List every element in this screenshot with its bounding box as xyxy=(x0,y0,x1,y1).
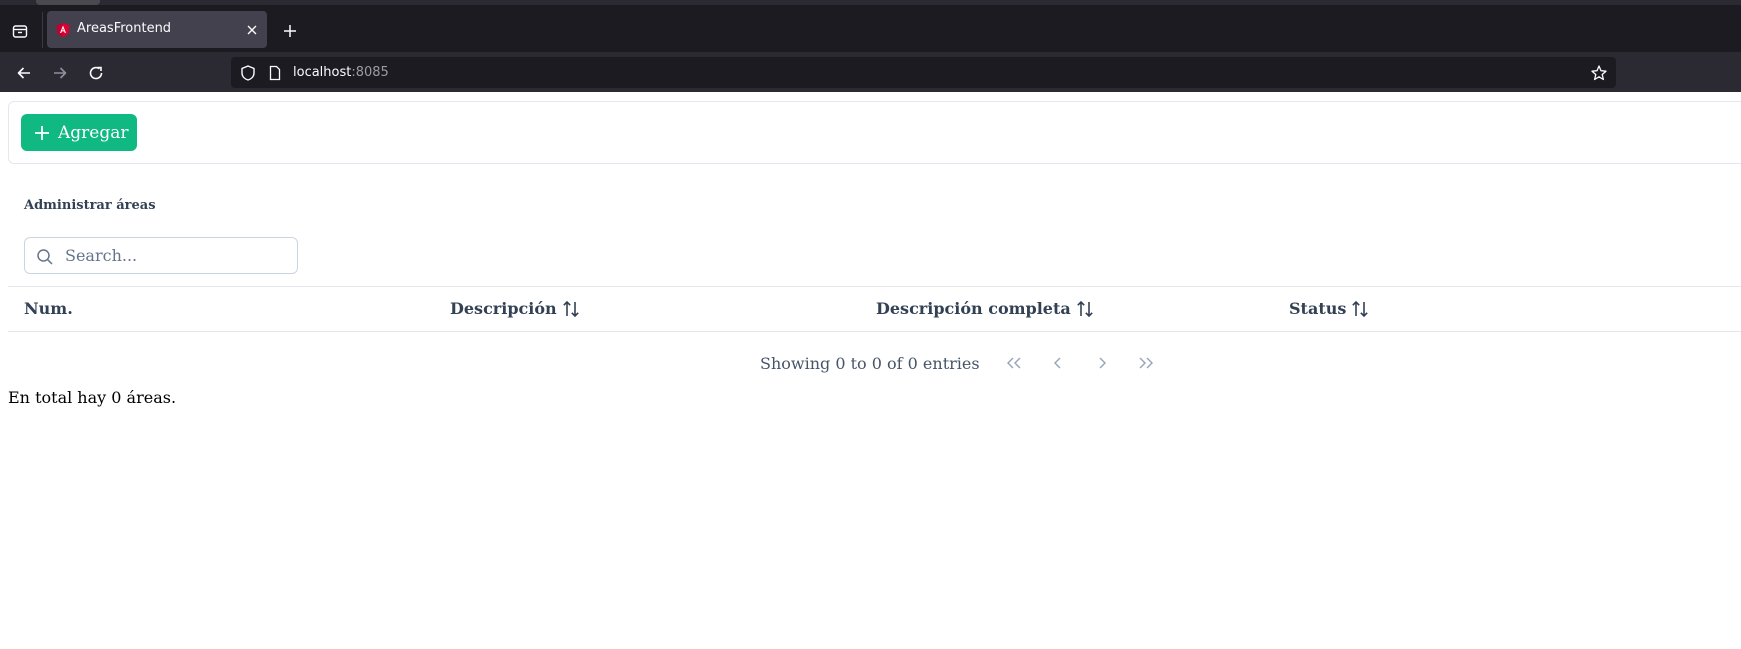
next-page-icon xyxy=(1099,357,1106,369)
page-title: Administrar áreas xyxy=(24,198,156,213)
browser-tabstrip: AreasFrontend xyxy=(0,0,1741,52)
last-page-button[interactable] xyxy=(1124,351,1168,375)
search-icon xyxy=(37,249,53,265)
sort-icon[interactable] xyxy=(1076,300,1094,318)
search-field[interactable] xyxy=(24,237,298,274)
browser-navbar: localhost:8085 xyxy=(0,52,1741,92)
tabstrip-topline xyxy=(0,0,1741,5)
back-icon xyxy=(17,67,30,79)
back-button[interactable] xyxy=(11,60,37,86)
column-header-label: Descripción completa xyxy=(876,299,1071,318)
page-icon[interactable] xyxy=(267,65,283,81)
first-page-icon xyxy=(1006,357,1021,369)
new-tab-button[interactable] xyxy=(278,19,302,43)
plus-icon xyxy=(284,25,296,37)
first-page-button[interactable] xyxy=(992,351,1036,375)
plus-icon xyxy=(35,125,49,140)
tab-separator xyxy=(42,12,43,48)
favicon-icon xyxy=(56,23,70,37)
url-host: localhost xyxy=(293,65,352,80)
sort-icon[interactable] xyxy=(1351,300,1369,318)
tab-close-button[interactable] xyxy=(243,21,261,39)
url-bar[interactable]: localhost:8085 xyxy=(231,57,1616,88)
prev-page-button[interactable] xyxy=(1036,351,1080,375)
table-header: Num. Descripción Descripción completa St… xyxy=(8,286,1741,332)
close-icon xyxy=(247,25,257,35)
page-report: Showing 0 to 0 of 0 entries xyxy=(760,353,980,373)
hidden-tab-stub[interactable] xyxy=(36,0,100,5)
add-button-label: Agregar xyxy=(58,122,129,143)
column-header-status[interactable]: Status xyxy=(1289,299,1369,318)
reload-icon xyxy=(89,66,103,80)
prev-page-icon xyxy=(1053,357,1061,369)
last-page-icon xyxy=(1139,357,1153,369)
star-icon[interactable] xyxy=(1590,64,1608,82)
toolbar: Agregar xyxy=(8,101,1741,164)
add-button[interactable]: Agregar xyxy=(21,114,137,151)
forward-button[interactable] xyxy=(47,60,73,86)
next-page-button[interactable] xyxy=(1080,351,1124,375)
column-header-descripcion-completa[interactable]: Descripción completa xyxy=(876,299,1094,318)
reload-button[interactable] xyxy=(83,60,109,86)
search-input[interactable] xyxy=(65,238,293,273)
total-count-text: En total hay 0 áreas. xyxy=(8,388,177,407)
column-header-num: Num. xyxy=(24,299,73,318)
tab-title: AreasFrontend xyxy=(77,21,172,36)
shield-icon[interactable] xyxy=(239,64,257,82)
tabs-list-icon xyxy=(12,25,28,38)
column-header-label: Descripción xyxy=(450,299,557,318)
paginator: Showing 0 to 0 of 0 entries xyxy=(760,351,1168,375)
url-text[interactable]: localhost:8085 xyxy=(293,65,389,80)
url-port: :8085 xyxy=(351,65,389,80)
column-header-label: Num. xyxy=(24,299,73,318)
sort-icon[interactable] xyxy=(562,300,580,318)
column-header-label: Status xyxy=(1289,299,1347,318)
column-header-descripcion[interactable]: Descripción xyxy=(450,299,580,318)
tabs-list-button[interactable] xyxy=(9,20,31,42)
forward-icon xyxy=(54,67,67,79)
page-content: Agregar Administrar áreas Num. Descripci… xyxy=(0,92,1741,649)
tab-areas-frontend[interactable]: AreasFrontend xyxy=(47,11,267,48)
